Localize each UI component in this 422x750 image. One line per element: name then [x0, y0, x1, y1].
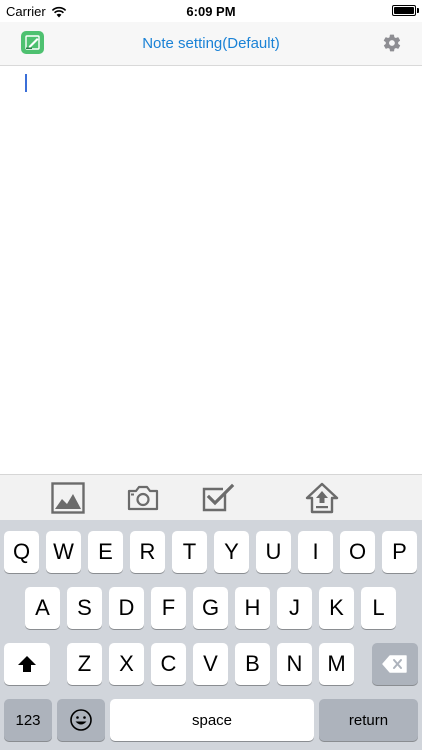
- key-r[interactable]: R: [130, 531, 165, 573]
- key-x[interactable]: X: [109, 643, 144, 685]
- battery-tip: [417, 8, 419, 13]
- key-u[interactable]: U: [256, 531, 291, 573]
- key-s[interactable]: S: [67, 587, 102, 629]
- key-j[interactable]: J: [277, 587, 312, 629]
- note-text-area[interactable]: [0, 67, 422, 474]
- status-bar: Carrier 6:09 PM: [0, 0, 422, 22]
- key-z[interactable]: Z: [67, 643, 102, 685]
- gear-icon: [383, 34, 401, 52]
- share-home-button[interactable]: [304, 480, 340, 516]
- key-h[interactable]: H: [235, 587, 270, 629]
- key-t[interactable]: T: [172, 531, 207, 573]
- page-title: Note setting(Default): [142, 35, 280, 52]
- shift-arrow-icon: [18, 656, 36, 672]
- editor-toolbar: [0, 474, 422, 520]
- emoji-icon: [70, 709, 92, 731]
- camera-icon: [127, 485, 159, 511]
- key-a[interactable]: A: [25, 587, 60, 629]
- text-cursor: [25, 74, 27, 92]
- key-k[interactable]: K: [319, 587, 354, 629]
- return-key[interactable]: return: [319, 699, 418, 741]
- emoji-key[interactable]: [57, 699, 105, 741]
- key-q[interactable]: Q: [4, 531, 39, 573]
- key-f[interactable]: F: [151, 587, 186, 629]
- key-m[interactable]: M: [319, 643, 354, 685]
- key-i[interactable]: I: [298, 531, 333, 573]
- key-w[interactable]: W: [46, 531, 81, 573]
- status-time: 6:09 PM: [186, 4, 236, 19]
- battery-fill: [394, 7, 414, 14]
- key-d[interactable]: D: [109, 587, 144, 629]
- camera-button[interactable]: [125, 480, 161, 516]
- settings-button[interactable]: [382, 33, 402, 53]
- nav-bar: Note setting(Default): [0, 22, 422, 66]
- key-c[interactable]: C: [151, 643, 186, 685]
- checkbox-icon: [202, 483, 235, 512]
- checklist-button[interactable]: [200, 480, 236, 516]
- key-y[interactable]: Y: [214, 531, 249, 573]
- key-b[interactable]: B: [235, 643, 270, 685]
- battery-icon: [392, 5, 416, 16]
- key-p[interactable]: P: [382, 531, 417, 573]
- space-key[interactable]: space: [110, 699, 314, 741]
- delete-key[interactable]: [372, 643, 418, 685]
- image-icon: [51, 482, 85, 514]
- key-n[interactable]: N: [277, 643, 312, 685]
- keyboard: Q W E R T Y U I O P A S D F G H J K L Z …: [0, 520, 422, 750]
- insert-image-button[interactable]: [50, 480, 86, 516]
- key-o[interactable]: O: [340, 531, 375, 573]
- key-v[interactable]: V: [193, 643, 228, 685]
- key-l[interactable]: L: [361, 587, 396, 629]
- numbers-key[interactable]: 123: [4, 699, 52, 741]
- home-upload-icon: [305, 482, 339, 514]
- key-g[interactable]: G: [193, 587, 228, 629]
- shift-key[interactable]: [4, 643, 50, 685]
- backspace-icon: [382, 655, 407, 673]
- key-e[interactable]: E: [88, 531, 123, 573]
